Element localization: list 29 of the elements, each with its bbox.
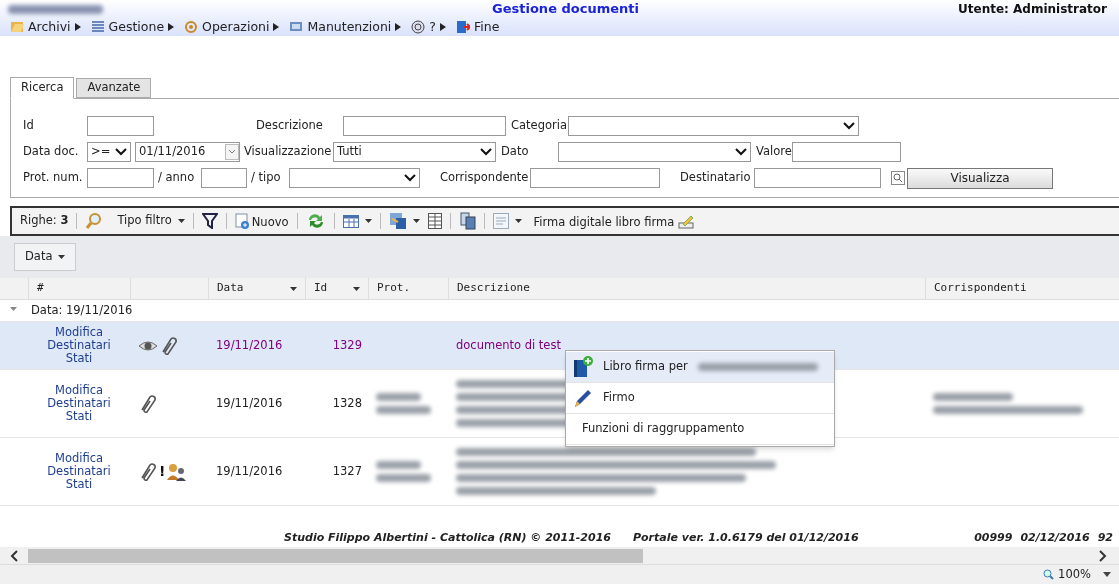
field-label: / anno <box>158 169 196 187</box>
version-text: Portale ver. 1.0.6179 del 01/12/2016 <box>633 530 859 547</box>
field-label: Dato <box>501 143 530 161</box>
credits-text: Studio Filippo Albertini - Cattolica (RN) © 2011-2016 <box>284 530 611 547</box>
group-label: Data: 19/11/2016 <box>31 301 133 319</box>
table-cell-text: 19/11/2016 <box>215 336 284 354</box>
field-label: Corrispondente <box>440 169 530 187</box>
row-count: Righe: 3 <box>20 212 69 230</box>
table-cell-text: 1327 <box>331 462 363 480</box>
field-label: / tipo <box>251 169 282 187</box>
table-cell-text: 19/11/2016 <box>215 394 284 412</box>
user-label: Utente: Administrator <box>958 1 1107 18</box>
field-label: Categoria <box>511 117 568 135</box>
table-cell-text: documento di test <box>456 336 562 354</box>
field-label: Descrizione <box>256 117 324 135</box>
table-cell-text: 1328 <box>331 394 363 412</box>
number-text: 92 <box>1097 530 1113 547</box>
field-label: Valore <box>756 143 792 161</box>
flag-mark: ! <box>159 462 166 481</box>
field-label: Visualizzazione <box>244 143 333 161</box>
date-text: 02/12/2016 <box>1020 530 1090 547</box>
table-cell-text: 19/11/2016 <box>215 462 284 480</box>
code-text: 00999 <box>974 530 1013 547</box>
field-label: Destinatario <box>680 169 752 187</box>
table-cell-text: 1329 <box>331 336 363 354</box>
field-label: Data doc. <box>23 143 80 161</box>
field-label: Id <box>23 117 35 135</box>
field-label: Prot. num. <box>23 169 84 187</box>
page-title: Gestione documenti <box>492 0 639 19</box>
